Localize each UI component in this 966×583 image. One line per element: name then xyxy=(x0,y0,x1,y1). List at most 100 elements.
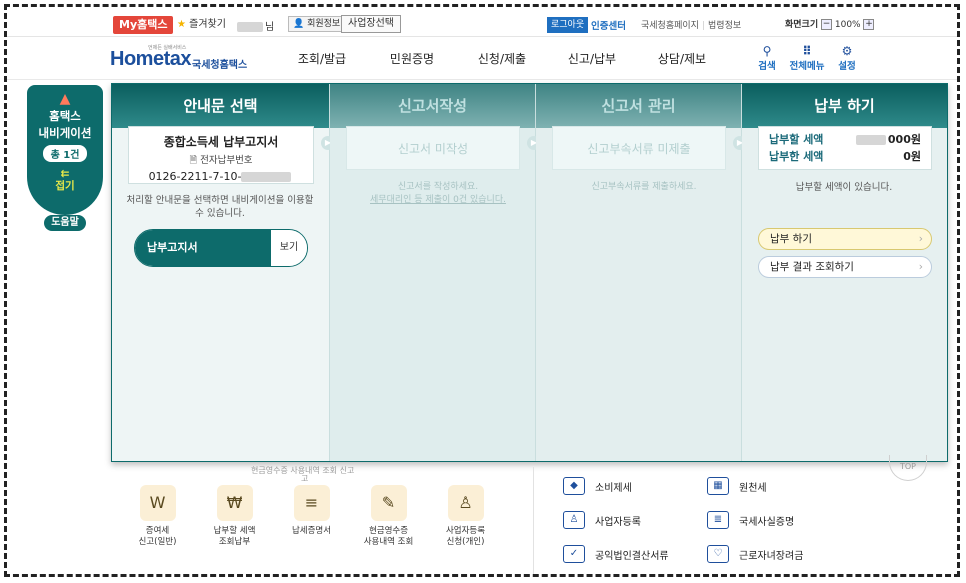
pay-button[interactable]: 납부 하기 › xyxy=(758,228,932,250)
partial-label-2: 고 xyxy=(301,474,309,483)
help-button[interactable]: 도움말 xyxy=(44,215,86,231)
list-item[interactable]: ♡ 근로자녀장려금 xyxy=(707,537,803,571)
nts-homepage-link[interactable]: 국세청홈페이지 xyxy=(641,21,699,31)
screen-size-label: 화면크기 xyxy=(785,20,819,30)
double-arrow-left-icon: ⇇ xyxy=(60,168,70,180)
nav-consult[interactable]: 상담/제보 xyxy=(637,38,727,80)
nav-certificate[interactable]: 민원증명 xyxy=(367,38,457,80)
my-hometax-button[interactable]: My홈택스 xyxy=(113,16,174,34)
logout-button[interactable]: 로그아웃 xyxy=(547,17,589,33)
quick-tax-certificate[interactable]: ≡ 납세증명서 xyxy=(273,485,350,548)
payment-result-button[interactable]: 납부 결과 조회하기 › xyxy=(758,256,932,278)
list-label: 사업자등록 xyxy=(595,516,641,528)
member-info-button[interactable]: 👤 회원정보 xyxy=(288,16,346,32)
payment-number: 0126-2211-7-10- xyxy=(129,170,313,183)
zoom-out-button[interactable]: − xyxy=(821,19,832,30)
quick-gift-tax[interactable]: W 증여세 신고(일반) xyxy=(119,485,196,548)
list-item[interactable]: ▦ 원천세 xyxy=(707,469,803,503)
person-icon: ♙ xyxy=(563,511,585,529)
search-button[interactable]: ⚲ 검색 xyxy=(747,44,787,72)
favorites-label: 즐겨찾기 xyxy=(189,19,226,30)
quick-cash-receipt[interactable]: ✎ 현금영수증 사용내역 조회 xyxy=(350,485,427,548)
all-menu-label: 전체메뉴 xyxy=(789,61,825,72)
hometax-navigation-badge[interactable]: ▲ 홈택스 내비게이션 총 1건 ⇇ 접기 xyxy=(27,85,103,215)
step2-header: 신고서작성 xyxy=(330,84,535,128)
cert-center-link[interactable]: 인증센터 xyxy=(591,18,626,32)
return-status-card: 신고서 미작성 xyxy=(346,126,520,170)
notice-title: 종합소득세 납부고지서 xyxy=(163,135,279,149)
quick-label-5: 사업자등록 xyxy=(445,526,486,536)
bottom-divider xyxy=(533,467,534,574)
favorites-link[interactable]: ★ 즐겨찾기 xyxy=(177,17,226,33)
user-name: 님 xyxy=(237,18,274,33)
list-label: 국세사실증명 xyxy=(739,516,795,528)
step1-header: 안내문 선택 xyxy=(112,84,329,128)
calculator-icon: ▦ xyxy=(707,477,729,495)
quick-tax-due[interactable]: ₩ 납부할 세액 조회납부 xyxy=(196,485,273,548)
money-bag-icon: ₩ xyxy=(216,485,253,521)
quick-label-4: 현금영수증 xyxy=(368,526,409,536)
masked-name xyxy=(237,22,263,32)
browser-frame: My홈택스 ★ 즐겨찾기 님 👤 회원정보 사업장선택 로그아웃 인증센터 국세… xyxy=(4,4,960,577)
header-icons: ⚲ 검색 ⠿ 전체메뉴 ⚙ 설정 xyxy=(747,44,867,72)
list-item[interactable]: ≣ 국세사실증명 xyxy=(707,503,803,537)
bill-button[interactable]: 납부고지서 xyxy=(135,230,271,266)
star-icon: ★ xyxy=(177,19,186,30)
filing-list-2: ▦ 원천세 ≣ 국세사실증명 ♡ 근로자녀장려금 xyxy=(707,469,803,571)
due-label: 납부할 세액 xyxy=(769,133,824,146)
quick-label-3: 납세증명서 xyxy=(291,526,332,536)
fold-button[interactable]: ⇇ 접기 xyxy=(27,168,103,192)
list-label: 근로자녀장려금 xyxy=(739,550,804,562)
nav-application[interactable]: 신청/제출 xyxy=(457,38,547,80)
attachment-status-card: 신고부속서류 미제출 xyxy=(552,126,726,170)
settings-button[interactable]: ⚙ 설정 xyxy=(827,44,867,72)
gift-tax-icon: W xyxy=(139,485,176,521)
search-icon: ⚲ xyxy=(762,44,772,58)
due-value: 000원 xyxy=(855,131,921,148)
quick-business-registration[interactable]: ♙ 사업자등록 신청(개인) xyxy=(427,485,504,548)
scroll-top-button[interactable]: TOP xyxy=(889,455,927,481)
nav-filing[interactable]: 신고/납부 xyxy=(547,38,637,80)
diamond-icon: ◆ xyxy=(563,477,585,495)
list-item[interactable]: ♙ 사업자등록 xyxy=(563,503,669,537)
list-label: 원천세 xyxy=(739,482,767,494)
receipt-icon: ✎ xyxy=(370,485,407,521)
utility-bar: My홈택스 ★ 즐겨찾기 님 👤 회원정보 사업장선택 로그아웃 인증센터 국세… xyxy=(7,7,957,37)
agent-submission-link[interactable]: 세무대리인 등 제출이 0건 있습니다. xyxy=(340,194,536,207)
siren-icon: ▲ xyxy=(59,91,71,107)
global-nav: 조회/발급 민원증명 신청/제출 신고/납부 상담/제보 xyxy=(277,38,727,80)
all-menu-button[interactable]: ⠿ 전체메뉴 xyxy=(787,44,827,72)
step4-note: 납부할 세액이 있습니다. xyxy=(795,182,893,193)
due-amount-row: 납부할 세액 000원 xyxy=(769,131,921,148)
business-select-button[interactable]: 사업장선택 xyxy=(341,15,401,33)
gear-icon: ⚙ xyxy=(841,44,853,58)
payment-summary-card: 납부할 세액 000원 납부한 세액 0원 xyxy=(758,126,932,170)
navi-title-1: 홈택스 xyxy=(49,109,81,123)
list-item[interactable]: ✓ 공익법인결산서류 xyxy=(563,537,669,571)
nav-inquiry[interactable]: 조회/발급 xyxy=(277,38,367,80)
paid-amount-row: 납부한 세액 0원 xyxy=(769,148,921,165)
quick-label-1: 증여세 xyxy=(145,526,170,536)
notice-card[interactable]: 종합소득세 납부고지서 🗎 전자납부번호 0126-2211-7-10- xyxy=(128,126,314,184)
zoom-in-button[interactable]: + xyxy=(863,19,875,30)
logo-korean: 국세청홈택스 xyxy=(192,60,248,71)
utility-links: 국세청홈페이지법령정보 xyxy=(641,18,741,31)
person-edit-icon: ♙ xyxy=(447,485,484,521)
quick-label-5b: 신청(개인) xyxy=(446,537,485,547)
law-info-link[interactable]: 법령정보 xyxy=(699,21,741,31)
list-item[interactable]: ◆ 소비제세 xyxy=(563,469,669,503)
paid-label: 납부한 세액 xyxy=(769,150,824,163)
chevron-right-icon: › xyxy=(918,261,923,273)
member-info-label: 회원정보 xyxy=(307,19,341,29)
view-button[interactable]: 보기 xyxy=(271,230,307,266)
quick-label-2: 납부할 세액 xyxy=(213,526,256,536)
step-select-notice: 안내문 선택 종합소득세 납부고지서 🗎 전자납부번호 0126-2211-7-… xyxy=(112,84,335,461)
fold-label: 접기 xyxy=(55,180,75,192)
quick-menu-icons: W 증여세 신고(일반) ₩ 납부할 세액 조회납부 ≡ 납세증명서 ✎ 현금영수증 사용내역… xyxy=(119,485,504,548)
step2-note: 신고서를 작성하세요. 세무대리인 등 제출이 0건 있습니다. xyxy=(340,181,536,207)
due-value-suffix: 000원 xyxy=(887,133,921,146)
clipboard-icon: ✓ xyxy=(563,545,585,563)
pay-label: 납부 하기 xyxy=(770,233,812,245)
quick-label-2b: 조회납부 xyxy=(218,537,251,547)
step3-note: 신고부속서류를 제출하세요. xyxy=(591,182,697,192)
